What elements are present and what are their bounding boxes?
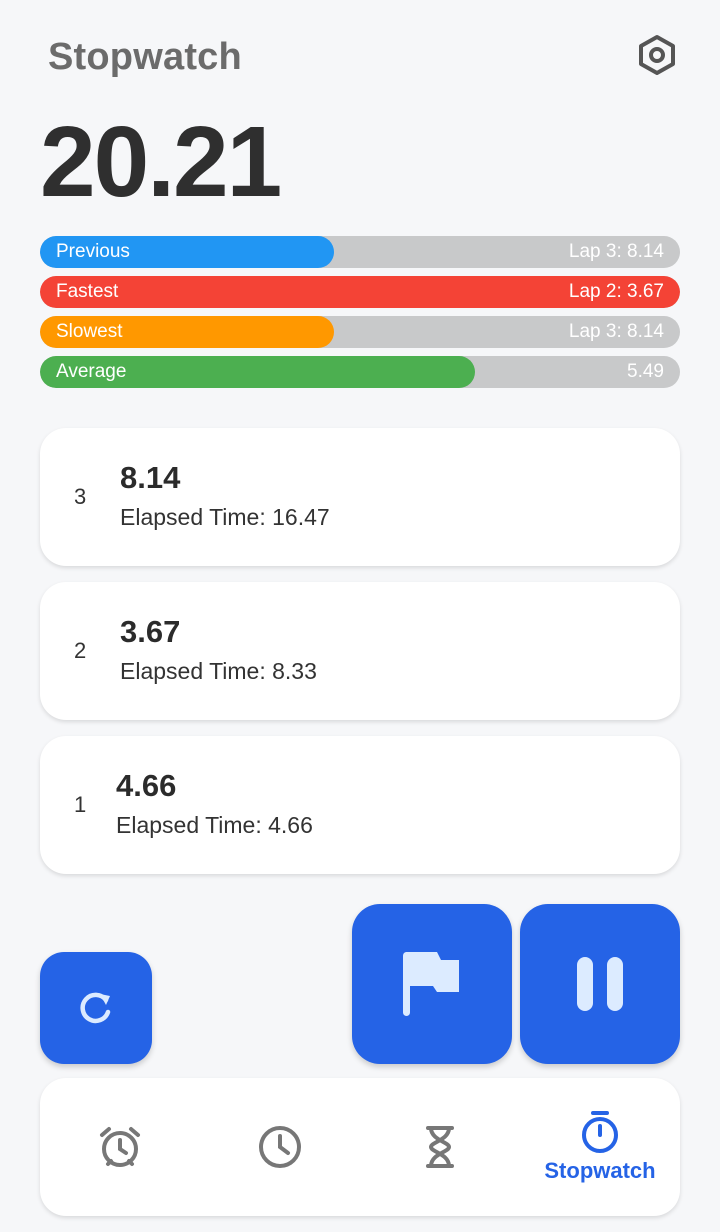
- lap-item[interactable]: 1 4.66 Elapsed Time: 4.66: [40, 736, 680, 874]
- pause-button[interactable]: [520, 904, 680, 1064]
- nav-alarm[interactable]: [40, 1078, 200, 1216]
- lap-list: 3 8.14 Elapsed Time: 16.47 2 3.67 Elapse…: [40, 428, 680, 890]
- lap-time: 4.66: [116, 768, 177, 803]
- lap-time: 8.14: [120, 460, 181, 495]
- nav-label-stopwatch: Stopwatch: [544, 1158, 656, 1183]
- lap-elapsed: Elapsed Time: 8.33: [120, 658, 317, 684]
- alarm-icon: [100, 1127, 140, 1167]
- lap-number: 3: [74, 484, 87, 509]
- flag-icon: [403, 952, 459, 1016]
- stat-fastest: Fastest Lap 2: 3.67: [40, 276, 680, 308]
- settings-icon: [639, 35, 675, 75]
- stat-value: Lap 3: 8.14: [568, 321, 664, 342]
- lap-item[interactable]: 2 3.67 Elapsed Time: 8.33: [40, 582, 680, 720]
- stopwatch-icon: [582, 1111, 618, 1153]
- lap-stats: Previous Lap 3: 8.14 Fastest Lap 2: 3.67…: [40, 236, 680, 396]
- clock-icon: [259, 1126, 301, 1168]
- stat-label: Slowest: [56, 321, 123, 342]
- lap-elapsed: Elapsed Time: 16.47: [120, 504, 330, 530]
- bottom-navigation: Stopwatch: [40, 1078, 680, 1216]
- nav-stopwatch[interactable]: Stopwatch: [520, 1078, 680, 1216]
- lap-button[interactable]: [352, 904, 512, 1064]
- stat-label: Fastest: [56, 281, 119, 302]
- stat-average: Average 5.49: [40, 356, 680, 388]
- app-header: Stopwatch: [48, 32, 680, 82]
- elapsed-time-display: 20.21: [40, 106, 282, 218]
- stat-label: Average: [56, 361, 127, 382]
- nav-timer[interactable]: [360, 1078, 520, 1216]
- stat-label: Previous: [56, 241, 130, 262]
- reset-button[interactable]: [40, 952, 152, 1064]
- lap-number: 2: [74, 638, 87, 663]
- lap-time: 3.67: [120, 614, 181, 649]
- pause-icon: [577, 957, 623, 1011]
- lap-elapsed: Elapsed Time: 4.66: [116, 812, 313, 838]
- hourglass-icon: [426, 1126, 454, 1168]
- page-title: Stopwatch: [48, 36, 242, 78]
- refresh-icon: [80, 992, 111, 1024]
- nav-clock[interactable]: [200, 1078, 360, 1216]
- stat-previous: Previous Lap 3: 8.14: [40, 236, 680, 268]
- lap-number: 1: [74, 792, 87, 817]
- stat-slowest: Slowest Lap 3: 8.14: [40, 316, 680, 348]
- stat-value: Lap 3: 8.14: [568, 241, 664, 262]
- stat-value: 5.49: [627, 361, 664, 382]
- settings-button[interactable]: [634, 32, 680, 78]
- stat-value: Lap 2: 3.67: [568, 281, 664, 302]
- lap-item[interactable]: 3 8.14 Elapsed Time: 16.47: [40, 428, 680, 566]
